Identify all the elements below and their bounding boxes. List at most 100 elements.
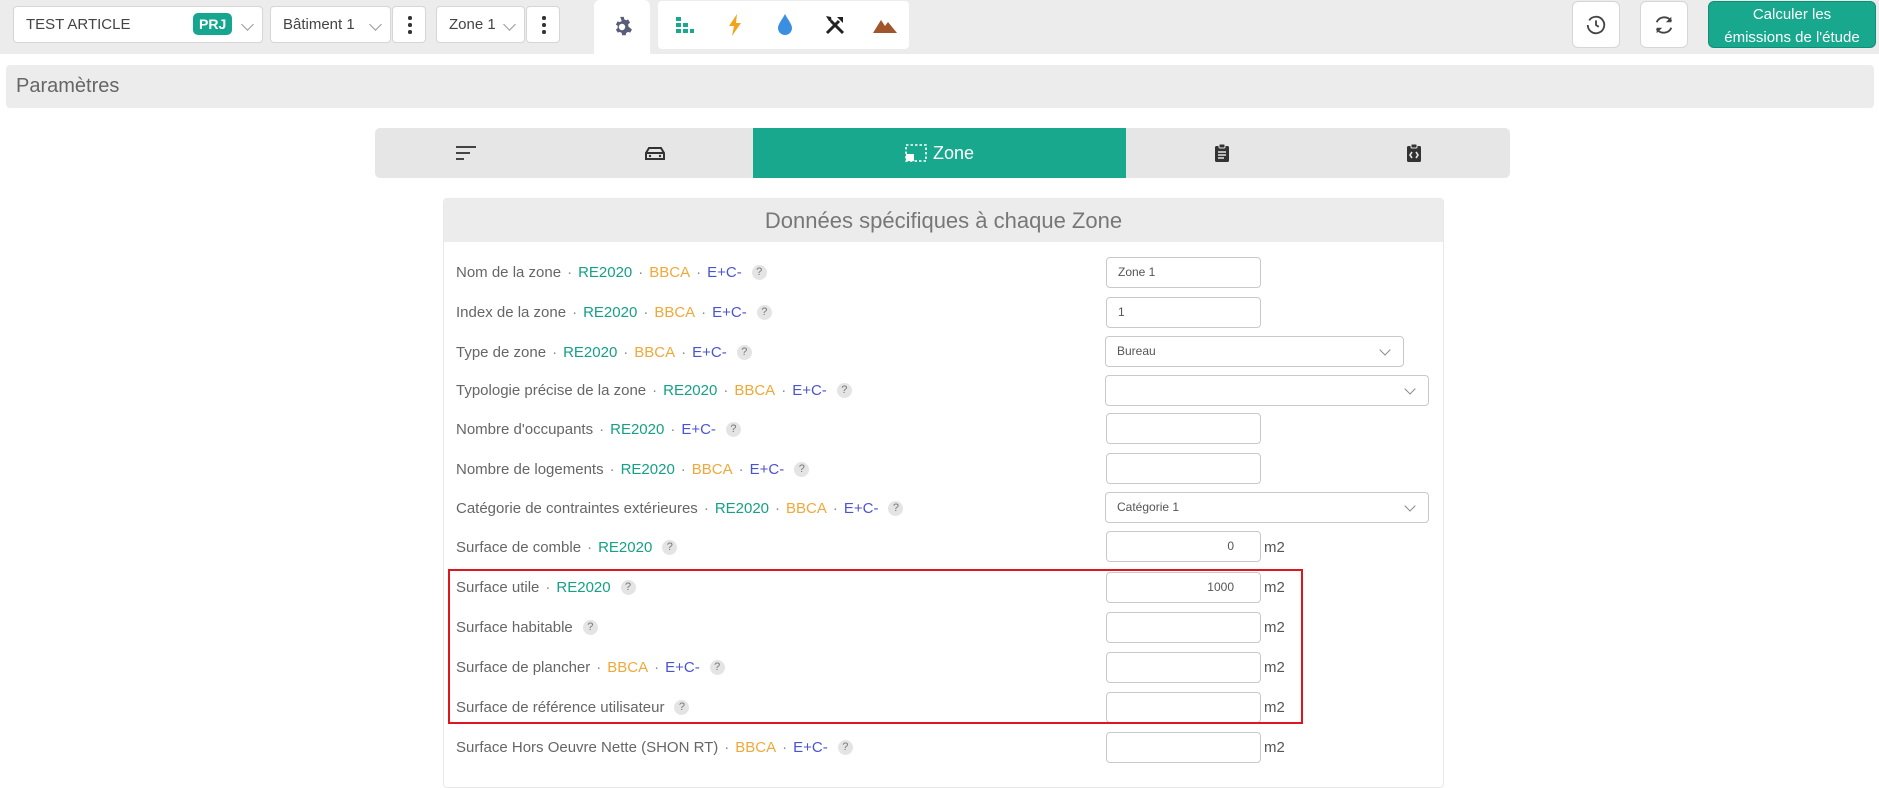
field-label-attic-area: Surface de comble · RE2020 ? (456, 539, 678, 556)
tag-ec: E+C- (793, 739, 828, 756)
constraints-select[interactable]: Catégorie 1 (1105, 492, 1429, 523)
lightning-icon (729, 14, 741, 36)
panel-title: Données spécifiques à chaque Zone (444, 199, 1443, 242)
help-icon[interactable]: ? (725, 422, 741, 437)
tab-products[interactable] (1126, 128, 1317, 178)
tag-ec: E+C- (707, 264, 742, 281)
chevron-down-icon (1404, 383, 1416, 395)
tag-bbca: BBCA (634, 344, 676, 361)
energy-button[interactable] (714, 1, 756, 49)
zone-index-input[interactable]: 1 (1106, 297, 1261, 328)
tag-bbca: BBCA (734, 382, 776, 399)
field-label-shon-area: Surface Hors Oeuvre Nette (SHON RT) · BBC… (456, 739, 853, 756)
zone-more-button[interactable] (526, 6, 560, 43)
help-icon[interactable]: ? (836, 383, 852, 398)
field-label-occupants: Nombre d'occupants · RE2020 · E+C- ? (456, 421, 741, 438)
refresh-button[interactable] (1640, 1, 1688, 48)
tab-zone-label: Zone (932, 142, 975, 163)
help-icon[interactable]: ? (751, 265, 767, 280)
materials-button[interactable] (664, 1, 706, 49)
project-select[interactable]: TEST ARTICLE PRJ (13, 6, 263, 43)
land-button[interactable] (864, 1, 906, 49)
water-button[interactable] (764, 1, 806, 49)
clock-history-icon (1586, 15, 1606, 34)
tag-bbca: BBCA (649, 264, 691, 281)
tag-ec: E+C- (749, 461, 785, 478)
field-label-dwellings: Nombre de logements · RE2020 · BBCA · E+C- … (456, 461, 810, 478)
project-badge: PRJ (193, 13, 233, 35)
history-button[interactable] (1572, 1, 1620, 48)
tag-re2020: RE2020 (583, 304, 638, 321)
tab-building[interactable] (556, 128, 753, 178)
attic-area-input[interactable]: 0 (1106, 531, 1261, 562)
tag-re2020: RE2020 (578, 264, 633, 281)
chevron-down-icon (503, 18, 516, 31)
mountain-icon (873, 20, 897, 33)
shon-area-input[interactable] (1106, 732, 1261, 763)
tag-ec: E+C- (792, 382, 827, 399)
chevron-down-icon (241, 18, 254, 31)
dwellings-input[interactable] (1106, 453, 1261, 484)
tag-ec: E+C- (843, 500, 879, 517)
unit-label: m2 (1264, 539, 1285, 556)
help-icon[interactable]: ? (837, 740, 853, 755)
clipboard-icon (1214, 143, 1229, 162)
construction-button[interactable] (814, 1, 856, 49)
field-label-zone-typology: Typologie précise de la zone · RE2020 · BB… (456, 382, 852, 399)
tag-re2020: RE2020 (563, 344, 618, 361)
tab-general[interactable] (375, 128, 556, 178)
unit-label: m2 (1264, 739, 1285, 756)
refresh-icon (1655, 15, 1673, 34)
help-icon[interactable]: ? (736, 345, 752, 360)
parameter-tabs: Zone (375, 128, 1510, 178)
chevron-down-icon (1404, 500, 1416, 512)
zone-name-input[interactable]: Zone 1 (1106, 257, 1261, 288)
field-label-zone-type: Type de zone · RE2020 · BBCA · E+C- ? (456, 344, 752, 361)
field-label-zone-name: Nom de la zone · RE2020 · BBCA · E+C- ? (456, 264, 767, 281)
occupants-input[interactable] (1106, 413, 1261, 444)
tag-bbca: BBCA (691, 461, 733, 478)
tag-re2020: RE2020 (714, 500, 770, 517)
tools-icon (825, 16, 845, 35)
help-icon[interactable]: ? (756, 305, 772, 320)
field-label-zone-index: Index de la zone · RE2020 · BBCA · E+C- ? (456, 304, 772, 321)
calculate-label: Calculer les émissions de l'étude (1724, 6, 1860, 46)
zone-name: Zone 1 (449, 16, 496, 33)
section-title: Paramètres (16, 75, 120, 97)
chevron-down-icon (369, 18, 382, 31)
building-blocks-icon (676, 17, 694, 33)
tag-ec: E+C- (681, 421, 716, 438)
field-label-constraints: Catégorie de contraintes extérieures · RE… (456, 500, 904, 517)
help-icon[interactable]: ? (662, 540, 678, 555)
zone-select[interactable]: Zone 1 (436, 6, 525, 43)
zone-type-select[interactable]: Bureau (1105, 336, 1404, 367)
tag-re2020: RE2020 (620, 461, 675, 478)
section-header (6, 65, 1874, 108)
tag-bbca: BBCA (654, 304, 696, 321)
help-icon[interactable]: ? (888, 501, 904, 516)
building-select[interactable]: Bâtiment 1 (270, 6, 391, 43)
zone-type-value: Bureau (1117, 344, 1156, 358)
zone-typology-select[interactable] (1105, 375, 1429, 406)
chevron-down-icon (1379, 344, 1391, 356)
highlight-box (448, 569, 1303, 724)
tab-export[interactable] (1317, 128, 1510, 178)
settings-tab[interactable] (594, 0, 650, 54)
calculate-emissions-button[interactable]: Calculer les émissions de l'étude (1708, 1, 1876, 48)
constraints-value: Catégorie 1 (1117, 500, 1180, 514)
help-icon[interactable]: ? (794, 462, 810, 477)
tag-re2020: RE2020 (663, 382, 718, 399)
car-icon (644, 147, 665, 160)
tag-bbca: BBCA (786, 500, 827, 517)
building-more-button[interactable] (392, 6, 426, 43)
tag-ec: E+C- (692, 344, 727, 361)
tag-bbca: BBCA (735, 739, 777, 756)
sort-lines-icon (455, 146, 476, 160)
tag-re2020: RE2020 (610, 421, 665, 438)
tag-re2020: RE2020 (598, 539, 653, 556)
project-name: TEST ARTICLE (26, 16, 131, 33)
water-drop-icon (778, 14, 792, 35)
tab-zone[interactable]: Zone (753, 128, 1126, 178)
tag-ec: E+C- (712, 304, 747, 321)
building-name: Bâtiment 1 (283, 16, 355, 33)
